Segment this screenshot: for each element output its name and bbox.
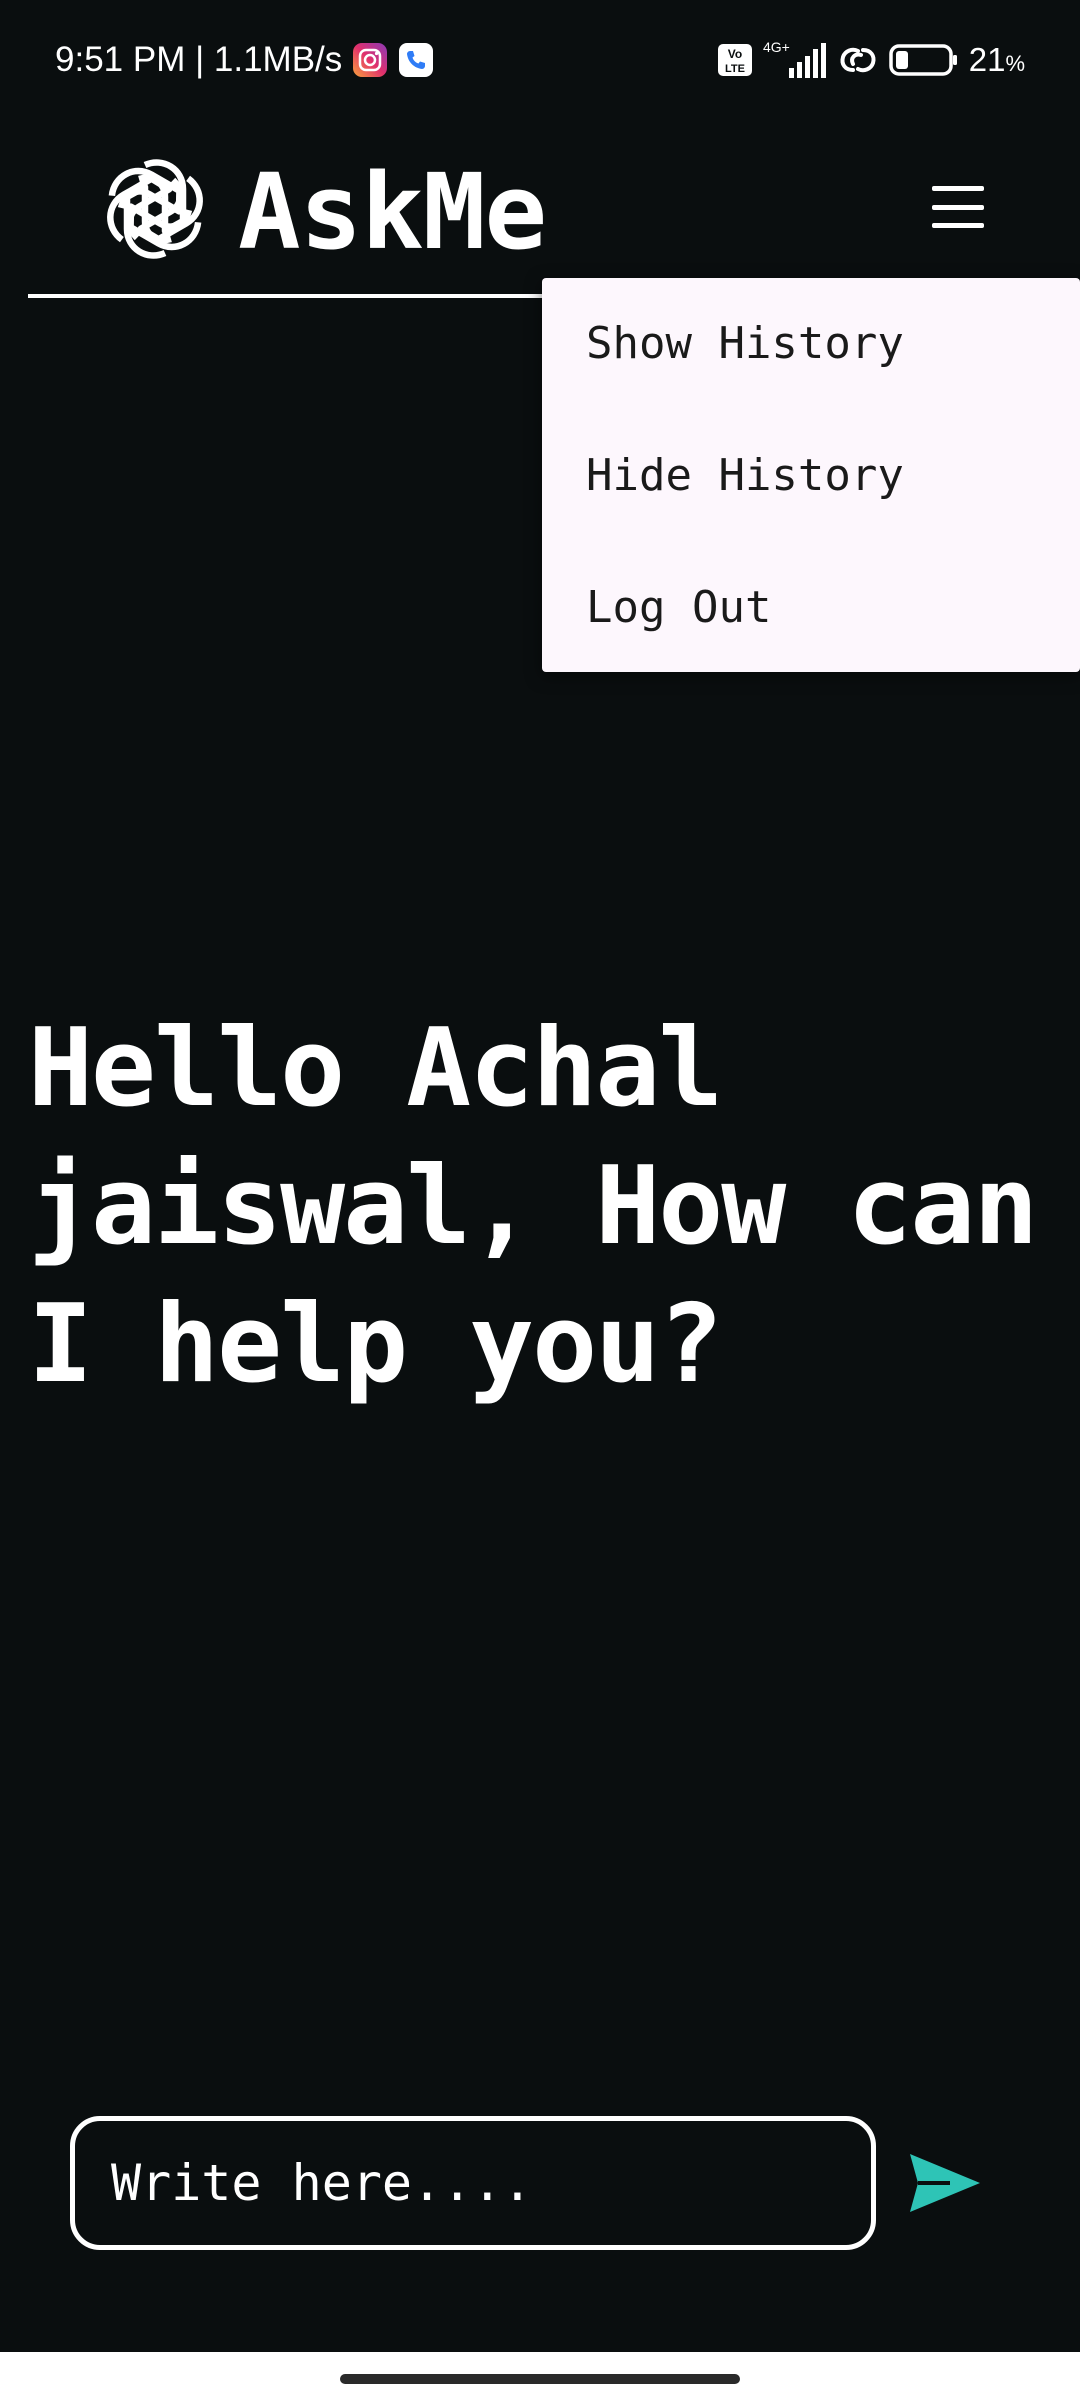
battery-percentage: 21% xyxy=(969,41,1025,79)
hamburger-line xyxy=(932,186,984,191)
battery-icon xyxy=(888,43,959,77)
status-right: Vo LTE 4G+ 21% xyxy=(717,40,1025,80)
instagram-icon xyxy=(352,42,388,78)
status-left: 9:51 PM | 1.1MB/s xyxy=(55,40,434,80)
volte-icon: Vo LTE xyxy=(717,43,753,77)
send-icon xyxy=(910,2154,980,2212)
link-icon xyxy=(837,42,879,78)
svg-text:Vo: Vo xyxy=(727,47,741,61)
greeting-text: Hello Achal jaiswal, How can I help you? xyxy=(28,1006,1038,1407)
svg-text:LTE: LTE xyxy=(725,63,745,75)
app-title: AskMe xyxy=(238,151,547,273)
battery-value: 21 xyxy=(968,41,1006,78)
home-indicator[interactable] xyxy=(340,2374,740,2384)
hamburger-line xyxy=(932,204,984,210)
network-type-label: 4G+ xyxy=(763,40,790,55)
status-bar: 9:51 PM | 1.1MB/s Vo LTE 4G+ 21% xyxy=(0,0,1080,120)
menu-item-show-history[interactable]: Show History xyxy=(542,306,1080,438)
phone-call-icon xyxy=(398,42,434,78)
menu-item-hide-history[interactable]: Hide History xyxy=(542,438,1080,570)
status-time-speed: 9:51 PM | 1.1MB/s xyxy=(55,40,343,79)
app-header: AskMe xyxy=(28,130,1052,298)
hamburger-menu-button[interactable] xyxy=(928,182,988,232)
hamburger-line xyxy=(932,223,984,228)
dropdown-menu: Show History Hide History Log Out xyxy=(542,278,1080,672)
openai-logo-icon xyxy=(100,154,210,264)
signal-4g-icon: 4G+ xyxy=(763,40,827,80)
menu-item-log-out[interactable]: Log Out xyxy=(542,570,1080,702)
battery-unit: % xyxy=(1005,51,1025,76)
send-button[interactable] xyxy=(906,2150,984,2216)
message-input[interactable] xyxy=(70,2116,876,2250)
app-screen: 9:51 PM | 1.1MB/s Vo LTE 4G+ 21% AskMe S… xyxy=(0,0,1080,2400)
